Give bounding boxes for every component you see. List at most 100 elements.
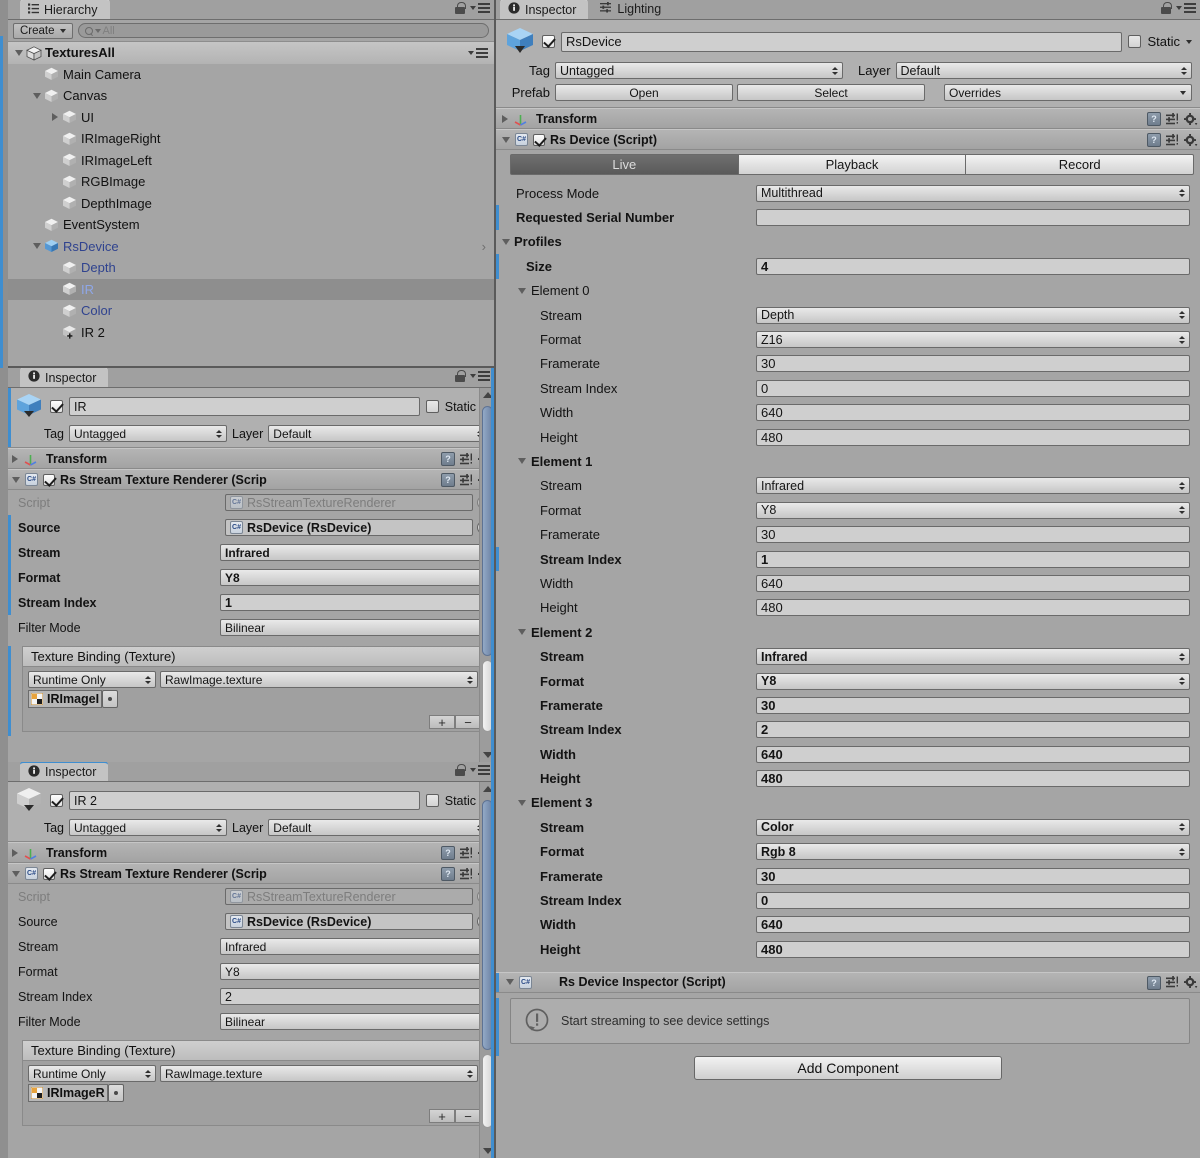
layer-dropdown[interactable]: Default xyxy=(268,819,488,836)
remove-event-button[interactable]: − xyxy=(455,1109,481,1124)
hierarchy-item-ir-2[interactable]: IR 2 xyxy=(8,322,494,344)
hierarchy-item-color[interactable]: Color xyxy=(8,300,494,322)
help-icon[interactable]: ? xyxy=(441,473,455,487)
static-dropdown-chevron-icon[interactable] xyxy=(1186,39,1192,44)
element-2-width-input[interactable]: 640 xyxy=(756,745,1190,763)
fold-toggle[interactable] xyxy=(30,243,44,250)
create-button[interactable]: Create xyxy=(13,22,73,39)
element-0-stream-index-input[interactable]: 0 xyxy=(756,379,1190,397)
help-icon[interactable]: ? xyxy=(1147,112,1161,126)
lock-icon[interactable] xyxy=(455,2,466,14)
mode-tab-live[interactable]: Live xyxy=(510,154,739,175)
hierarchy-item-main-camera[interactable]: Main Camera xyxy=(8,64,494,86)
object-name-input[interactable]: IR 2 xyxy=(69,791,420,810)
hierarchy-item-irimageright[interactable]: IRImageRight xyxy=(8,128,494,150)
element-2-stream-index-input[interactable]: 2 xyxy=(756,721,1190,739)
object-picker-icon[interactable] xyxy=(107,1084,124,1102)
gear-icon[interactable] xyxy=(1184,112,1198,126)
expand-right-icon[interactable] xyxy=(12,454,18,463)
add-event-button[interactable]: + xyxy=(429,715,455,730)
event-mode-dropdown[interactable]: Runtime Only xyxy=(28,1065,156,1082)
event-target-objectfield[interactable]: IRImageI xyxy=(28,690,103,708)
remove-event-button[interactable]: − xyxy=(455,715,481,730)
gear-icon[interactable] xyxy=(1184,133,1198,147)
element-3-width-input[interactable]: 640 xyxy=(756,916,1190,934)
event-mode-dropdown[interactable]: Runtime Only xyxy=(28,671,156,688)
device-name-input[interactable]: RsDevice xyxy=(561,31,1123,52)
element-foldout-1[interactable]: Element 1 xyxy=(496,449,1200,473)
element-3-framerate-input[interactable]: 30 xyxy=(756,867,1190,885)
preset-icon[interactable] xyxy=(460,452,473,466)
help-icon[interactable]: ? xyxy=(441,846,455,860)
static-checkbox[interactable] xyxy=(425,794,439,807)
lock-icon[interactable] xyxy=(455,370,466,382)
profiles-foldout[interactable]: Profiles xyxy=(496,230,1200,254)
element-3-format-dropdown[interactable]: Rgb 8 xyxy=(756,843,1190,861)
element-foldout-0[interactable]: Element 0 xyxy=(496,279,1200,303)
format-dropdown[interactable]: Y8 xyxy=(220,569,490,586)
device-transform-header[interactable]: Transform ? xyxy=(496,108,1200,129)
element-2-format-dropdown[interactable]: Y8 xyxy=(756,672,1190,690)
fold-toggle[interactable] xyxy=(48,113,62,122)
element-0-stream-dropdown[interactable]: Depth xyxy=(756,306,1190,324)
profiles-size-input[interactable]: 4 xyxy=(756,257,1190,275)
element-foldout-3[interactable]: Element 3 xyxy=(496,791,1200,815)
hierarchy-item-ui[interactable]: UI xyxy=(8,107,494,129)
hierarchy-item-eventsystem[interactable]: EventSystem xyxy=(8,214,494,236)
tab-inspector-ir[interactable]: Inspector xyxy=(20,368,109,387)
format-dropdown[interactable]: Y8 xyxy=(220,963,490,980)
tag-dropdown[interactable]: Untagged xyxy=(69,425,227,442)
hierarchy-tree[interactable]: TexturesAll Main Camera Canvas UI IRImageRig… xyxy=(8,42,494,343)
filter-mode-dropdown[interactable]: Bilinear xyxy=(220,619,490,636)
gear-icon[interactable] xyxy=(1184,976,1198,989)
tab-hierarchy[interactable]: Hierarchy xyxy=(20,0,110,19)
tab-lighting[interactable]: Lighting xyxy=(592,0,673,19)
layer-dropdown[interactable]: Default xyxy=(895,62,1192,79)
tag-dropdown[interactable]: Untagged xyxy=(69,819,227,836)
collapse-down-icon[interactable] xyxy=(502,136,510,143)
element-1-height-input[interactable]: 480 xyxy=(756,599,1190,617)
prefab-open-button[interactable]: Open xyxy=(555,84,733,101)
preset-icon[interactable] xyxy=(1166,976,1179,989)
hierarchy-item-rgbimage[interactable]: RGBImage xyxy=(8,171,494,193)
element-1-format-dropdown[interactable]: Y8 xyxy=(756,501,1190,519)
static-checkbox[interactable] xyxy=(1128,35,1142,48)
add-event-button[interactable]: + xyxy=(429,1109,455,1124)
collapse-down-icon[interactable] xyxy=(506,979,514,985)
device-enabled-checkbox[interactable] xyxy=(542,35,555,48)
fold-toggle[interactable] xyxy=(12,49,26,56)
element-1-stream-dropdown[interactable]: Infrared xyxy=(756,477,1190,495)
element-foldout-2[interactable]: Element 2 xyxy=(496,620,1200,644)
element-2-height-input[interactable]: 480 xyxy=(756,770,1190,788)
component-header[interactable]: C# Rs Stream Texture Renderer (Scrip? xyxy=(8,469,494,490)
mode-tab-record[interactable]: Record xyxy=(966,154,1195,175)
stream-index-input[interactable]: 1 xyxy=(220,594,490,611)
filter-mode-dropdown[interactable]: Bilinear xyxy=(220,1013,490,1030)
hierarchy-item-irimageleft[interactable]: IRImageLeft xyxy=(8,150,494,172)
object-enabled-checkbox[interactable] xyxy=(50,794,63,807)
tab-inspector[interactable]: Inspector xyxy=(500,0,589,19)
inspector-menu-icon[interactable] xyxy=(470,371,490,381)
device-script-enabled-checkbox[interactable] xyxy=(533,133,545,146)
mode-tab-playback[interactable]: Playback xyxy=(738,154,967,175)
collapse-down-icon[interactable] xyxy=(12,870,20,877)
help-icon[interactable]: ? xyxy=(441,452,455,466)
component-header[interactable]: C# Rs Stream Texture Renderer (Scrip? xyxy=(8,863,494,884)
component-enabled-checkbox[interactable] xyxy=(43,867,55,880)
collapse-down-icon[interactable] xyxy=(12,476,20,483)
element-3-stream-dropdown[interactable]: Color xyxy=(756,818,1190,836)
expand-right-icon[interactable] xyxy=(502,114,508,123)
process-mode-dropdown[interactable]: Multithread xyxy=(756,184,1190,202)
tag-dropdown[interactable]: Untagged xyxy=(555,62,843,79)
element-3-height-input[interactable]: 480 xyxy=(756,940,1190,958)
element-2-stream-dropdown[interactable]: Infrared xyxy=(756,648,1190,666)
lock-icon[interactable] xyxy=(455,764,466,776)
static-checkbox[interactable] xyxy=(425,400,439,413)
element-0-framerate-input[interactable]: 30 xyxy=(756,355,1190,373)
device-inspector-script-header[interactable]: C# Rs Device Inspector (Script) ? xyxy=(496,971,1200,993)
element-1-stream-index-input[interactable]: 1 xyxy=(756,550,1190,568)
stream-index-input[interactable]: 2 xyxy=(220,988,490,1005)
fold-toggle[interactable] xyxy=(30,92,44,99)
hierarchy-menu-icon[interactable] xyxy=(470,3,490,13)
transform-header[interactable]: Transform? xyxy=(8,448,494,469)
